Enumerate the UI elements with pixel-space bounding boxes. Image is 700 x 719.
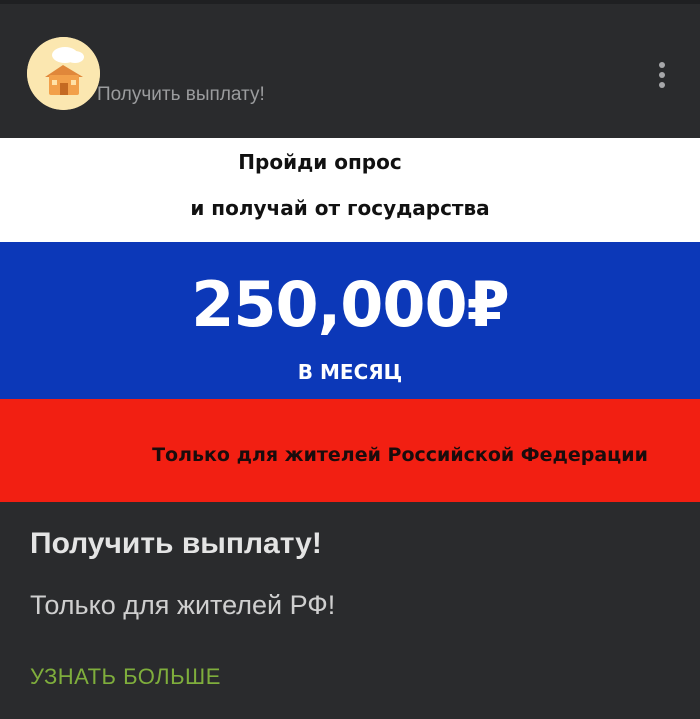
ad-header: Получить выплату! xyxy=(0,4,700,138)
house-icon xyxy=(27,37,100,110)
menu-dot xyxy=(659,72,665,78)
banner-residents-note: Только для жителей Российской Федерации xyxy=(152,444,648,466)
banner-period: В МЕСЯЦ xyxy=(297,360,403,384)
avatar[interactable] xyxy=(27,37,100,110)
ad-card[interactable]: Получить выплату! Пройди опрос и получай… xyxy=(0,0,700,719)
learn-more-button[interactable]: УЗНАТЬ БОЛЬШЕ xyxy=(30,664,221,690)
menu-dot xyxy=(659,82,665,88)
banner-amount: 250,000₽ xyxy=(191,268,510,341)
ad-title[interactable]: Получить выплату! xyxy=(30,527,322,561)
ad-banner-image[interactable]: Пройди опрос и получай от государства 25… xyxy=(0,138,700,502)
ad-description: Только для жителей РФ! xyxy=(30,590,336,620)
banner-headline-line2: и получай от государства xyxy=(190,196,490,220)
more-vertical-icon[interactable] xyxy=(648,58,676,98)
sponsor-name[interactable]: Получить выплату! xyxy=(97,84,265,106)
menu-dot xyxy=(659,62,665,68)
banner-headline-line1: Пройди опрос xyxy=(238,150,402,174)
